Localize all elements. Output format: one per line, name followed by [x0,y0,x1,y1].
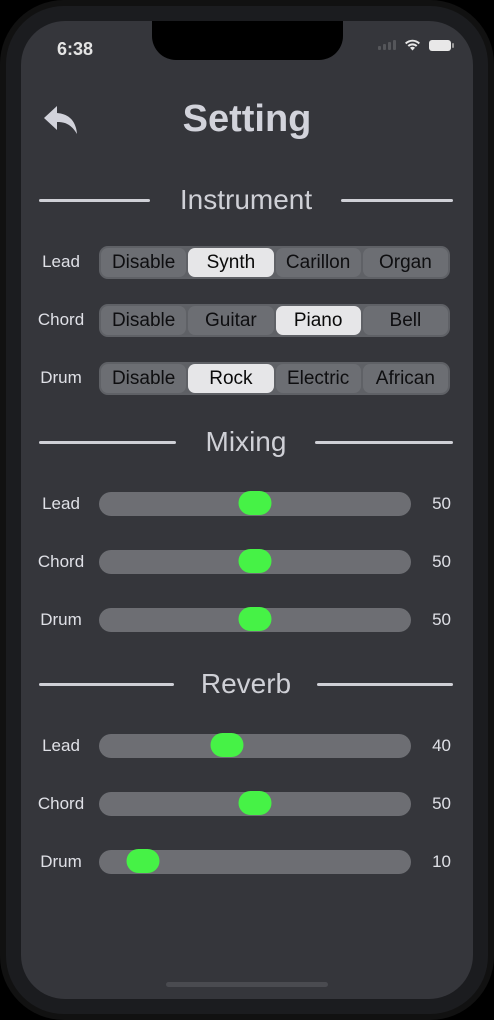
reverb-slider[interactable] [99,733,411,758]
instrument-row-label: Chord [37,310,85,329]
mixing-slider[interactable] [99,607,411,632]
segment-option[interactable]: Electric [275,364,361,393]
mixing-value: 50 [432,494,451,513]
slider-thumb[interactable] [238,549,272,573]
segment-option[interactable]: Disable [101,248,187,277]
instrument-section-header: Instrument [39,182,453,218]
slider-thumb[interactable] [126,849,160,873]
instrument-row-label: Drum [40,368,82,387]
mixing-slider[interactable] [99,491,411,516]
instrument-segmented-control: Disable Synth Carillon Organ [99,246,450,279]
reverb-row-label: Chord [37,794,85,813]
instrument-row-label: Lead [42,252,80,271]
divider [317,683,453,686]
notch [152,21,343,60]
status-icons [378,39,454,51]
page-title: Setting [182,98,312,140]
slider-thumb[interactable] [210,733,244,757]
segment-option[interactable]: Carillon [275,248,361,277]
battery-icon [429,39,454,51]
reverb-row-label: Lead [42,736,80,755]
divider [315,441,453,444]
home-indicator[interactable] [166,982,328,987]
reverb-value: 10 [432,852,451,871]
instrument-segmented-control: Disable Guitar Piano Bell [99,304,450,337]
segment-option[interactable]: Guitar [188,306,274,335]
reverb-value: 50 [432,794,451,813]
segment-option[interactable]: African [362,364,448,393]
mixing-section-header: Mixing [39,424,453,460]
app-screen: 6:38 Setting Instrument Lead Disable Synth… [21,21,473,999]
mixing-value: 50 [432,610,451,629]
reverb-row-label: Drum [40,852,82,871]
reverb-slider[interactable] [99,791,411,816]
slider-thumb[interactable] [238,607,272,631]
signal-icon [378,40,396,50]
mixing-row-label: Drum [40,610,82,629]
reverb-value: 40 [432,736,451,755]
mixing-slider[interactable] [99,549,411,574]
segment-option[interactable]: Disable [101,364,187,393]
segment-option[interactable]: Bell [362,306,448,335]
wifi-icon [405,39,420,51]
segment-option[interactable]: Synth [188,248,274,277]
reverb-section-header: Reverb [39,666,453,702]
segment-option[interactable]: Piano [275,306,361,335]
mixing-row-label: Lead [42,494,80,513]
segment-option[interactable]: Disable [101,306,187,335]
slider-thumb[interactable] [238,791,272,815]
mixing-value: 50 [432,552,451,571]
mixing-row-label: Chord [37,552,85,571]
segment-option[interactable]: Organ [362,248,448,277]
instrument-segmented-control: Disable Rock Electric African [99,362,450,395]
slider-thumb[interactable] [238,491,272,515]
segment-option[interactable]: Rock [188,364,274,393]
status-time: 6:38 [57,39,94,59]
divider [341,199,453,202]
reverb-slider[interactable] [99,849,411,874]
